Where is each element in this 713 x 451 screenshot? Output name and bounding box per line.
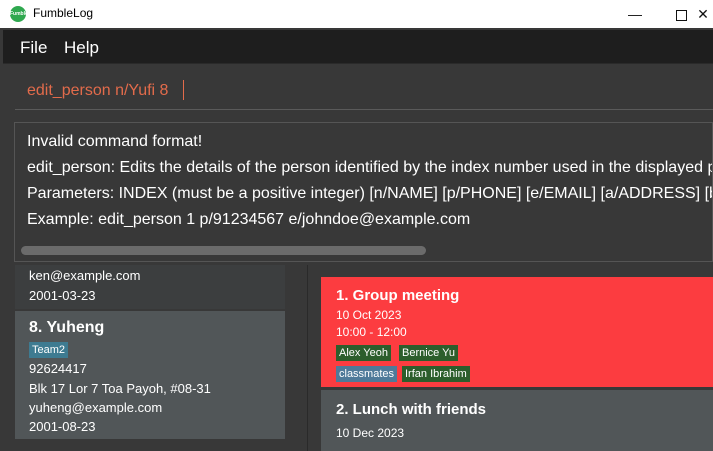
person-birthday: 2001-03-23 <box>29 288 96 303</box>
command-input[interactable] <box>15 72 713 110</box>
person-name: 8. Yuheng <box>29 319 105 336</box>
result-line: Parameters: INDEX (must be a positive in… <box>27 185 712 202</box>
person-email: yuheng@example.com <box>29 400 163 415</box>
person-email: ken@example.com <box>29 268 141 283</box>
event-list[interactable]: 1. Group meeting 10 Oct 2023 10:00 - 12:… <box>311 265 713 451</box>
person-address: Blk 17 Lor 7 Toa Payoh, #08-31 <box>29 381 211 396</box>
menu-file[interactable]: File <box>20 38 47 58</box>
panel-divider <box>307 265 308 451</box>
event-date: 10 Oct 2023 <box>336 308 402 322</box>
command-box <box>3 64 713 118</box>
event-card[interactable]: 2. Lunch with friends 10 Dec 2023 <box>321 390 713 451</box>
result-line: Example: edit_person 1 p/91234567 e/john… <box>27 211 471 228</box>
maximize-icon <box>675 9 687 21</box>
result-line: edit_person: Edits the details of the pe… <box>27 159 713 176</box>
event-title: 2. Lunch with friends <box>336 401 487 418</box>
event-person-tag: Irfan Ibrahim <box>402 366 470 382</box>
event-date: 10 Dec 2023 <box>336 426 405 440</box>
close-button[interactable]: ✕ <box>688 0 713 28</box>
person-tag: Team2 <box>29 342 69 358</box>
event-group-tag: classmates <box>336 366 398 382</box>
event-time: 10:00 - 12:00 <box>336 325 407 339</box>
person-list[interactable]: ken@example.com 2001-03-23 8. Yuheng Tea… <box>3 265 307 451</box>
text-caret <box>183 80 184 100</box>
result-line: Invalid command format! <box>27 133 203 150</box>
minimize-button[interactable]: — <box>612 0 658 28</box>
menu-help[interactable]: Help <box>64 38 99 58</box>
person-phone: 92624417 <box>29 361 87 376</box>
result-display[interactable]: Invalid command format! edit_person: Edi… <box>14 122 713 262</box>
person-card[interactable]: 8. Yuheng Team2 92624417 Blk 17 Lor 7 To… <box>15 311 285 439</box>
title-bar: FumbleLog FumbleLog — ✕ <box>0 0 713 28</box>
menu-bar: File Help <box>3 30 713 64</box>
app-logo-icon: FumbleLog <box>10 6 37 22</box>
event-person-tag: Alex Yeoh <box>336 345 391 361</box>
window-title: FumbleLog <box>33 6 94 20</box>
event-title: 1. Group meeting <box>336 287 460 304</box>
horizontal-scrollbar[interactable] <box>21 246 426 255</box>
person-card[interactable]: ken@example.com 2001-03-23 <box>15 265 285 309</box>
event-person-tag: Bernice Yu <box>399 345 459 361</box>
person-birthday: 2001-08-23 <box>29 419 96 434</box>
event-card[interactable]: 1. Group meeting 10 Oct 2023 10:00 - 12:… <box>321 277 713 387</box>
